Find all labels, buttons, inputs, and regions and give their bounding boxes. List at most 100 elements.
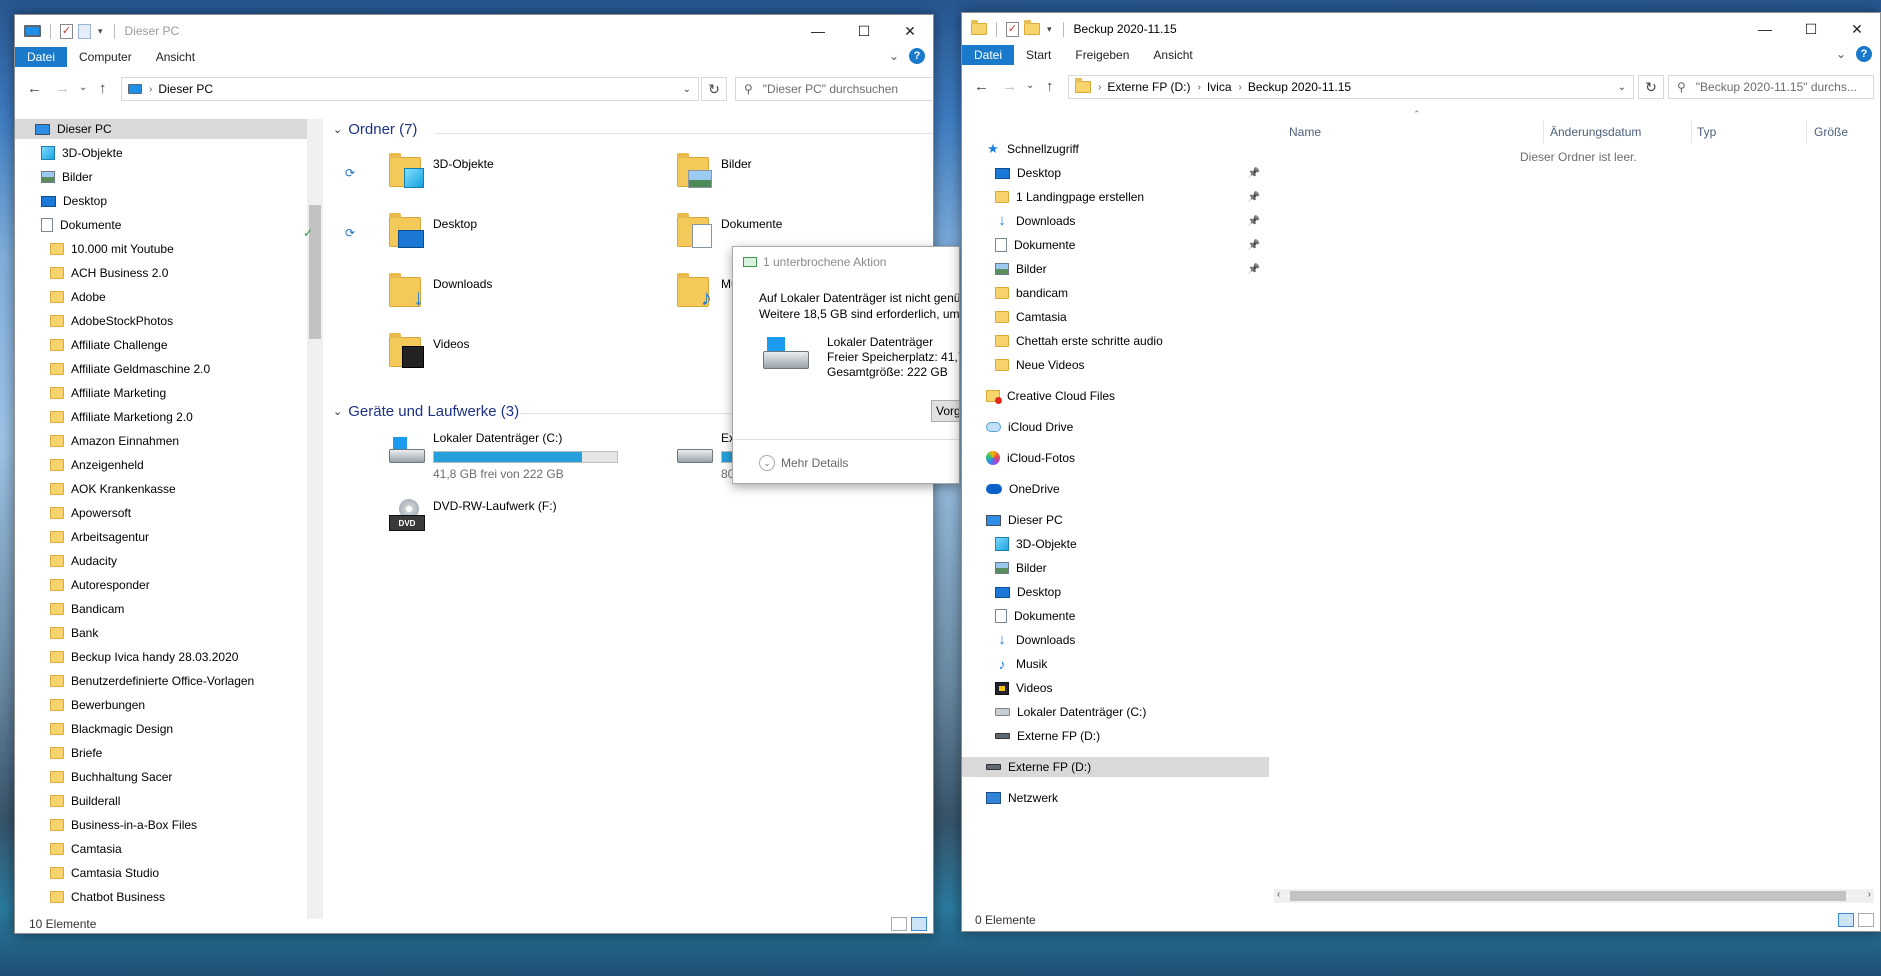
nav-item-bilder[interactable]: Bilder 📌 xyxy=(962,259,1269,279)
nav-item-aok-krankenkasse[interactable]: AOK Krankenkasse xyxy=(15,479,307,499)
up-icon[interactable]: ↑ xyxy=(99,80,107,97)
nav-item-camtasia[interactable]: Camtasia xyxy=(962,307,1269,327)
nav-item-neue-videos[interactable]: Neue Videos xyxy=(962,355,1269,375)
back-icon[interactable]: ← xyxy=(974,78,989,95)
up-icon[interactable]: ↑ xyxy=(1046,78,1054,95)
search-input[interactable]: ⚲ "Dieser PC" durchsuchen xyxy=(735,77,933,101)
column-name[interactable]: Name xyxy=(1289,125,1321,139)
refresh-button[interactable]: ↻ xyxy=(1638,75,1664,99)
breadcrumb[interactable]: Beckup 2020-11.15 xyxy=(1248,80,1351,94)
pin-icon[interactable]: 📌 xyxy=(1248,192,1260,203)
nav-item-bilder[interactable]: Bilder xyxy=(15,167,307,187)
pin-icon[interactable]: 📌 xyxy=(1248,168,1260,179)
nav-item-externe-fp-d[interactable]: Externe FP (D:) xyxy=(962,757,1269,777)
help-icon[interactable]: ? xyxy=(1856,46,1872,62)
nav-item-chettah-erste-schritte-audio[interactable]: Chettah erste schritte audio xyxy=(962,331,1269,351)
tab-datei[interactable]: Datei xyxy=(962,45,1015,65)
tab-start[interactable]: Start xyxy=(1014,45,1063,65)
nav-item-builderall[interactable]: Builderall xyxy=(15,791,307,811)
tiles-view-icon[interactable] xyxy=(911,917,927,931)
expand-ribbon-icon[interactable]: ⌄ xyxy=(889,49,899,63)
nav-item-blackmagic-design[interactable]: Blackmagic Design xyxy=(15,719,307,739)
nav-item-3d-objekte[interactable]: 3D-Objekte xyxy=(15,143,307,163)
breadcrumb[interactable]: Externe FP (D:) xyxy=(1107,80,1190,94)
nav-item-affiliate-geldmaschine-2-0[interactable]: Affiliate Geldmaschine 2.0 xyxy=(15,359,307,379)
expand-ribbon-icon[interactable]: ⌄ xyxy=(1836,47,1846,61)
nav-item-chatbot-business[interactable]: Chatbot Business xyxy=(15,887,307,907)
nav-item-1-landingpage-erstellen[interactable]: 1 Landingpage erstellen 📌 xyxy=(962,187,1269,207)
nav-item-benutzerdefinierte-office-vorlagen[interactable]: Benutzerdefinierte Office-Vorlagen xyxy=(15,671,307,691)
nav-item-externe-fp-d[interactable]: Externe FP (D:) xyxy=(962,726,1269,746)
nav-item-bandicam[interactable]: Bandicam xyxy=(15,599,307,619)
scroll-left-icon[interactable]: ‹ xyxy=(1277,889,1280,900)
drive-tile-lokaler-datenträger-c[interactable]: Lokaler Datenträger (C:) 41,8 GB frei von… xyxy=(387,431,618,485)
scrollbar-thumb[interactable] xyxy=(1290,891,1846,901)
back-icon[interactable]: ← xyxy=(27,80,42,97)
nav-item-affiliate-challenge[interactable]: Affiliate Challenge xyxy=(15,335,307,355)
action-button[interactable]: Vorga xyxy=(931,400,959,422)
forward-icon[interactable]: → xyxy=(1002,78,1017,95)
column-size[interactable]: Größe xyxy=(1814,125,1848,139)
tab-ansicht[interactable]: Ansicht xyxy=(144,47,207,67)
folder-tile-downloads[interactable]: ↓ Downloads xyxy=(387,269,617,317)
nav-item-dokumente[interactable]: Dokumente xyxy=(15,215,307,235)
nav-item-arbeitsagentur[interactable]: Arbeitsagentur xyxy=(15,527,307,547)
minimize-icon[interactable]: — xyxy=(1742,13,1788,45)
nav-item-onedrive[interactable]: OneDrive xyxy=(962,479,1269,499)
nav-item-desktop[interactable]: Desktop 📌 xyxy=(962,163,1269,183)
nav-item-icloud-fotos[interactable]: iCloud-Fotos xyxy=(962,448,1269,468)
nav-item-dieser-pc[interactable]: Dieser PC xyxy=(15,119,307,139)
nav-item-bank[interactable]: Bank xyxy=(15,623,307,643)
nav-item-downloads[interactable]: ↓ Downloads xyxy=(962,630,1269,650)
nav-item-desktop[interactable]: Desktop xyxy=(15,191,307,211)
folder-tile-videos[interactable]: Videos xyxy=(387,329,617,377)
details-view-icon[interactable] xyxy=(891,917,907,931)
address-dropdown-icon[interactable]: ⌄ xyxy=(683,84,691,95)
column-date[interactable]: Änderungsdatum xyxy=(1550,125,1641,139)
nav-item-camtasia[interactable]: Camtasia xyxy=(15,839,307,859)
nav-item-adobestockphotos[interactable]: AdobeStockPhotos xyxy=(15,311,307,331)
scroll-right-icon[interactable]: › xyxy=(1868,889,1871,900)
nav-item-icloud-drive[interactable]: iCloud Drive xyxy=(962,417,1269,437)
nav-item-bewerbungen[interactable]: Bewerbungen xyxy=(15,695,307,715)
nav-item-business-in-a-box-files[interactable]: Business-in-a-Box Files xyxy=(15,815,307,835)
properties-icon[interactable]: ✓ xyxy=(1006,21,1019,37)
nav-item-audacity[interactable]: Audacity xyxy=(15,551,307,571)
nav-item-3d-objekte[interactable]: 3D-Objekte xyxy=(962,534,1269,554)
nav-item-dieser-pc[interactable]: Dieser PC xyxy=(962,510,1269,530)
nav-item-creative-cloud-files[interactable]: Creative Cloud Files xyxy=(962,386,1269,406)
help-icon[interactable]: ? xyxy=(909,48,925,64)
drive-tile-dvd-rw-laufwerk-f[interactable]: DVD DVD-RW-Laufwerk (F:) xyxy=(387,497,587,551)
nav-item-desktop[interactable]: Desktop xyxy=(962,582,1269,602)
new-folder-icon[interactable] xyxy=(78,23,91,39)
nav-item-dokumente[interactable]: Dokumente 📌 xyxy=(962,235,1269,255)
nav-item-beckup-ivica-handy-28-03-2020[interactable]: Beckup Ivica handy 28.03.2020 xyxy=(15,647,307,667)
column-type[interactable]: Typ xyxy=(1697,125,1716,139)
address-bar[interactable]: › Dieser PC ⌄ xyxy=(121,77,699,101)
maximize-icon[interactable]: ☐ xyxy=(841,15,887,47)
nav-item-musik[interactable]: ♪ Musik xyxy=(962,654,1269,674)
recent-dropdown-icon[interactable]: ⌄ xyxy=(1026,80,1034,91)
nav-item-adobe[interactable]: Adobe xyxy=(15,287,307,307)
more-details-button[interactable]: ⌄ Mehr Details xyxy=(759,455,848,471)
address-dropdown-icon[interactable]: ⌄ xyxy=(1618,82,1626,93)
nav-item-10-000-mit-youtube[interactable]: 10.000 mit Youtube xyxy=(15,239,307,259)
nav-item-amazon-einnahmen[interactable]: Amazon Einnahmen xyxy=(15,431,307,451)
nav-item-lokaler-datenträger-c[interactable]: Lokaler Datenträger (C:) xyxy=(962,702,1269,722)
nav-item-camtasia-studio[interactable]: Camtasia Studio xyxy=(15,863,307,883)
minimize-icon[interactable]: — xyxy=(795,15,841,47)
nav-item-videos[interactable]: Videos xyxy=(962,678,1269,698)
tiles-view-icon[interactable] xyxy=(1858,913,1874,927)
customize-toolbar-icon[interactable]: ▾ xyxy=(96,26,105,37)
nav-item-netzwerk[interactable]: Netzwerk xyxy=(962,788,1269,808)
section-header-folders[interactable]: ⌄ Ordner (7) xyxy=(333,121,933,138)
breadcrumb[interactable]: Dieser PC xyxy=(158,82,213,96)
refresh-button[interactable]: ↻ xyxy=(701,77,727,101)
nav-item-schnellzugriff[interactable]: ★ Schnellzugriff xyxy=(962,139,1269,159)
nav-item-autoresponder[interactable]: Autoresponder xyxy=(15,575,307,595)
customize-toolbar-icon[interactable]: ▾ xyxy=(1045,24,1054,35)
tab-computer[interactable]: Computer xyxy=(67,47,144,67)
nav-item-ach-business-2-0[interactable]: ACH Business 2.0 xyxy=(15,263,307,283)
pin-icon[interactable]: 📌 xyxy=(1248,264,1260,275)
close-icon[interactable]: ✕ xyxy=(887,15,933,47)
